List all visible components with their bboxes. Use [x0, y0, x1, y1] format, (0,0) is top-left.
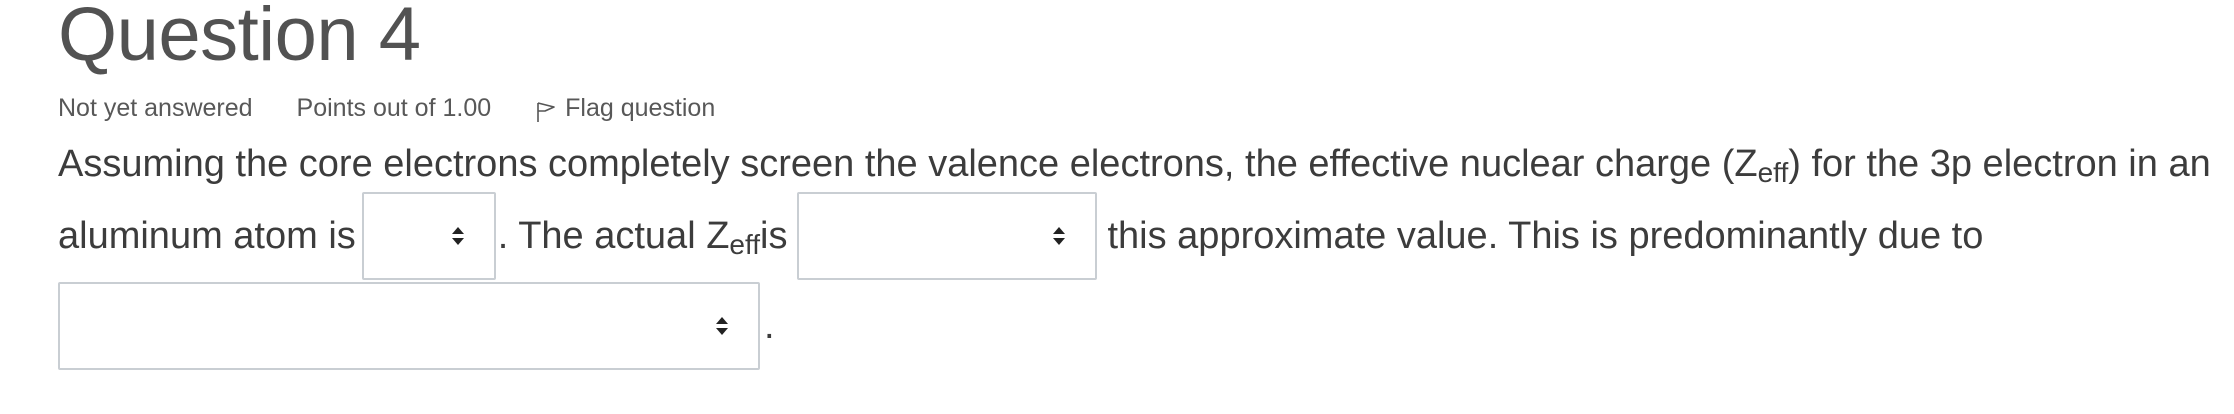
zeff-subscript-1: eff: [1757, 157, 1789, 188]
question-title: Question 4: [58, 0, 421, 77]
answer-select-3[interactable]: [58, 282, 760, 370]
question-text-line-2: aluminum atom is . The actual Zeff is th…: [58, 192, 1983, 280]
text-part-4: . The actual Z: [497, 214, 730, 257]
question-grade: Points out of 1.00: [296, 93, 492, 122]
question-info: Not yet answered Points out of 1.00 Flag…: [58, 93, 715, 123]
question-text-line-1: Assuming the core electrons completely s…: [58, 136, 2211, 192]
text-part-2: ) for the 3p electron in an: [1788, 142, 2211, 185]
chevron-updown-icon: [716, 317, 728, 335]
flag-question-link[interactable]: Flag question: [535, 93, 715, 123]
flag-icon: [537, 102, 555, 122]
text-part-7: .: [764, 304, 775, 347]
text-part-6: this approximate value. This is predomin…: [1107, 214, 1984, 257]
question-status: Not yet answered: [58, 93, 253, 122]
zeff-subscript-2: eff: [729, 229, 761, 260]
text-part-3: aluminum atom is: [58, 214, 356, 257]
flag-question-label: Flag question: [565, 93, 716, 122]
text-part-1: Assuming the core electrons completely s…: [58, 142, 1758, 185]
chevron-updown-icon: [1053, 227, 1066, 245]
question-text-line-3: .: [58, 280, 775, 372]
text-part-5: is: [760, 214, 788, 257]
answer-select-1[interactable]: [361, 192, 496, 280]
chevron-updown-icon: [451, 227, 464, 245]
answer-select-2[interactable]: [797, 192, 1098, 280]
